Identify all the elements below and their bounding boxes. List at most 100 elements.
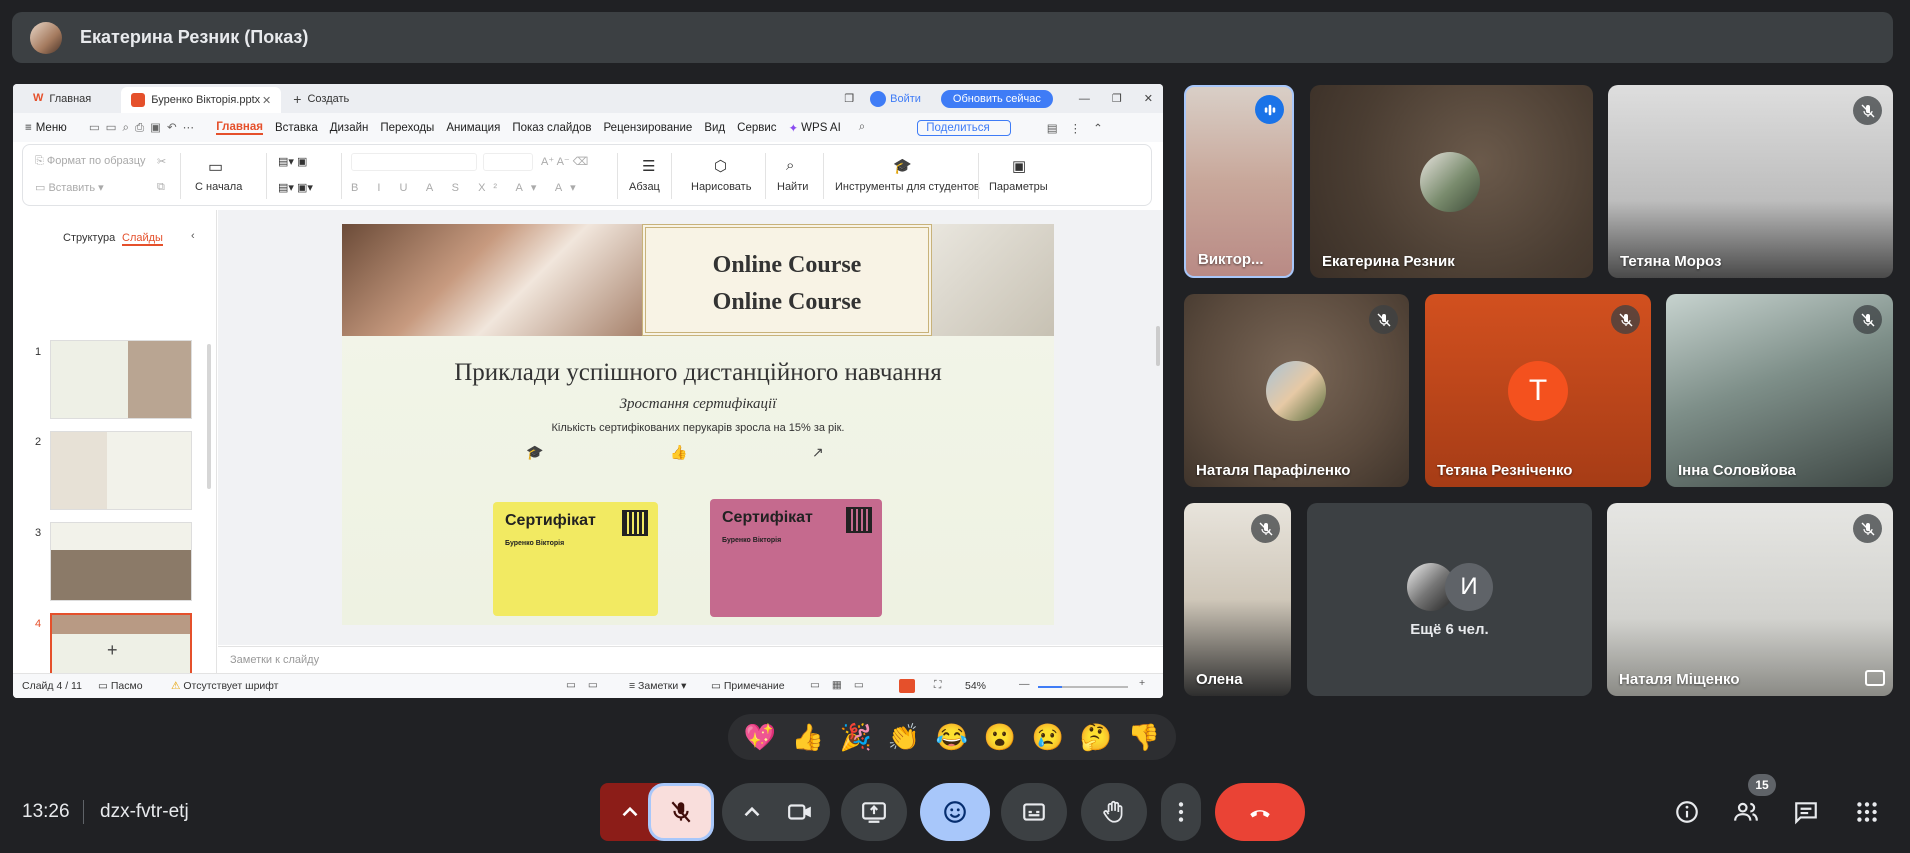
canvas-scrollbar[interactable]: [1156, 326, 1160, 366]
status-icons[interactable]: ▭▭: [566, 679, 610, 691]
reaction-tears-of-joy[interactable]: 😂: [936, 724, 968, 750]
more-participants-tile[interactable]: И Ещё 6 чел.: [1307, 503, 1592, 696]
from-start-button[interactable]: С начала: [195, 181, 242, 193]
paragraph-button[interactable]: Абзац: [629, 181, 660, 193]
menu-item-review[interactable]: Рецензирование: [604, 122, 693, 134]
view-mode-icons[interactable]: ▭▦▭: [810, 679, 876, 691]
graduation-cap-icon[interactable]: 🎓: [893, 157, 912, 175]
tab-home[interactable]: W Главная: [23, 88, 101, 110]
menu-item-service[interactable]: Сервис: [737, 122, 776, 134]
reaction-thumbs-down[interactable]: 👎: [1128, 724, 1160, 750]
leave-call-button[interactable]: [1215, 783, 1305, 841]
comment-toggle[interactable]: ▭ Примечание: [711, 680, 785, 692]
participant-tile[interactable]: Тетяна Мороз: [1608, 85, 1893, 278]
more-options-button[interactable]: [1161, 783, 1201, 841]
participant-tile[interactable]: Екатерина Резник: [1310, 85, 1593, 278]
microphone-toggle-button[interactable]: [648, 783, 714, 841]
slide-thumbnail[interactable]: [50, 522, 192, 601]
zoom-level[interactable]: 54%: [965, 680, 986, 692]
user-icon[interactable]: [870, 90, 887, 107]
current-slide[interactable]: Online Course Online Course Приклади усп…: [342, 224, 1054, 625]
zoom-slider[interactable]: [1038, 686, 1128, 688]
search-icon[interactable]: ⌕: [859, 121, 865, 134]
find-button[interactable]: Найти: [777, 181, 808, 193]
paragraph-icon[interactable]: ☰: [642, 157, 655, 175]
reaction-crying[interactable]: 😢: [1032, 724, 1064, 750]
window-restore-icon[interactable]: ❐: [844, 92, 854, 105]
participant-tile[interactable]: Наталя Міщенко: [1607, 503, 1893, 696]
reaction-clapping[interactable]: 👏: [888, 724, 920, 750]
participant-tile[interactable]: Інна Соловйова: [1666, 294, 1893, 487]
menu-item-view[interactable]: Вид: [704, 122, 725, 134]
section-icon[interactable]: ▤▾ ▣▾: [278, 181, 313, 194]
activities-button[interactable]: [1851, 796, 1883, 828]
camera-toggle-button[interactable]: [770, 783, 830, 841]
panel-scrollbar[interactable]: [207, 344, 211, 489]
pip-icon[interactable]: [1865, 670, 1885, 686]
reaction-thumbs-up[interactable]: 👍: [792, 724, 824, 750]
reaction-thinking[interactable]: 🤔: [1080, 724, 1112, 750]
find-icon[interactable]: ⌕: [786, 157, 794, 174]
participant-tile[interactable]: Т Тетяна Резніченко: [1425, 294, 1651, 487]
tab-file[interactable]: Буренко Вікторія.pptx ✕: [121, 87, 282, 113]
update-now-button[interactable]: Обновить сейчас: [940, 89, 1053, 108]
draw-icon[interactable]: ⬡: [714, 157, 727, 175]
people-button[interactable]: [1730, 796, 1762, 828]
more-icon[interactable]: ⋮: [1070, 121, 1082, 135]
theme-name[interactable]: ▭ Пасмо: [98, 680, 143, 692]
paste-button[interactable]: ▭ Вставить ▾: [35, 181, 104, 194]
zoom-out-icon[interactable]: —: [1019, 678, 1030, 690]
notes-field[interactable]: Заметки к слайду: [218, 646, 1163, 673]
fit-icon[interactable]: ⛶: [934, 679, 941, 692]
format-painter-button[interactable]: ⎘ Формат по образцу: [35, 155, 146, 168]
menu-icon[interactable]: ≡: [25, 122, 32, 134]
chat-button[interactable]: [1790, 796, 1822, 828]
parameters-icon[interactable]: ▣: [1012, 157, 1026, 175]
font-size-select[interactable]: [483, 153, 533, 171]
text-format-icons[interactable]: B I U A S X² A▾ A▾: [351, 181, 584, 194]
menu-item-home[interactable]: Главная: [216, 121, 263, 135]
cut-icon[interactable]: ✂: [157, 155, 166, 168]
play-slideshow-icon[interactable]: [899, 679, 915, 693]
student-tools-button[interactable]: Инструменты для студентов: [835, 181, 980, 193]
parameters-button[interactable]: Параметры: [989, 181, 1048, 193]
menu-item-animation[interactable]: Анимация: [446, 122, 500, 134]
maximize-icon[interactable]: ❐: [1112, 92, 1122, 105]
zoom-in-icon[interactable]: +: [1139, 677, 1145, 689]
close-window-icon[interactable]: ✕: [1144, 92, 1153, 105]
menu-item-transitions[interactable]: Переходы: [380, 122, 434, 134]
share-button[interactable]: Поделиться: [917, 119, 1011, 136]
captions-button[interactable]: [1001, 783, 1067, 841]
comment-icon[interactable]: ▤: [1047, 121, 1058, 135]
meeting-code[interactable]: dzx-fvtr-etj: [100, 801, 189, 823]
new-tab-label[interactable]: Создать: [307, 93, 349, 105]
reaction-party-popper[interactable]: 🎉: [840, 724, 872, 750]
menu-item-slideshow[interactable]: Показ слайдов: [512, 122, 591, 134]
slideshow-start-icon[interactable]: ▭: [208, 157, 223, 177]
draw-button[interactable]: Нарисовать: [691, 181, 751, 193]
missing-font-warning[interactable]: ⚠ Отсутствует шрифт: [171, 680, 279, 692]
tab-structure[interactable]: Структура: [63, 232, 115, 244]
reactions-button[interactable]: [920, 783, 990, 841]
present-screen-button[interactable]: [841, 783, 907, 841]
collapse-ribbon-icon[interactable]: ⌃: [1093, 121, 1103, 135]
menu-item-design[interactable]: Дизайн: [330, 122, 369, 134]
participant-tile[interactable]: Виктор...: [1184, 85, 1294, 278]
participant-tile[interactable]: Наталя Парафіленко: [1184, 294, 1409, 487]
notes-toggle[interactable]: ≡ Заметки ▾: [629, 680, 686, 692]
collapse-panel-icon[interactable]: ‹: [191, 230, 195, 242]
font-family-select[interactable]: [351, 153, 477, 171]
minimize-icon[interactable]: —: [1079, 93, 1090, 105]
menu-item-insert[interactable]: Вставка: [275, 122, 318, 134]
participant-tile[interactable]: Олена: [1184, 503, 1291, 696]
raise-hand-button[interactable]: [1081, 783, 1147, 841]
menu-item-menu[interactable]: Меню: [36, 122, 67, 134]
font-size-icons[interactable]: A⁺ A⁻ ⌫: [541, 155, 588, 168]
close-tab-icon[interactable]: ✕: [262, 94, 271, 107]
quick-toolbar-icons[interactable]: ▭▭⌕⎙▣↶⋯: [89, 120, 200, 135]
slide-thumbnail[interactable]: [50, 340, 192, 419]
login-link[interactable]: Войти: [890, 93, 921, 105]
meeting-details-button[interactable]: [1671, 796, 1703, 828]
copy-icon[interactable]: ⧉: [157, 181, 165, 194]
tab-slides[interactable]: Слайды: [122, 232, 163, 246]
